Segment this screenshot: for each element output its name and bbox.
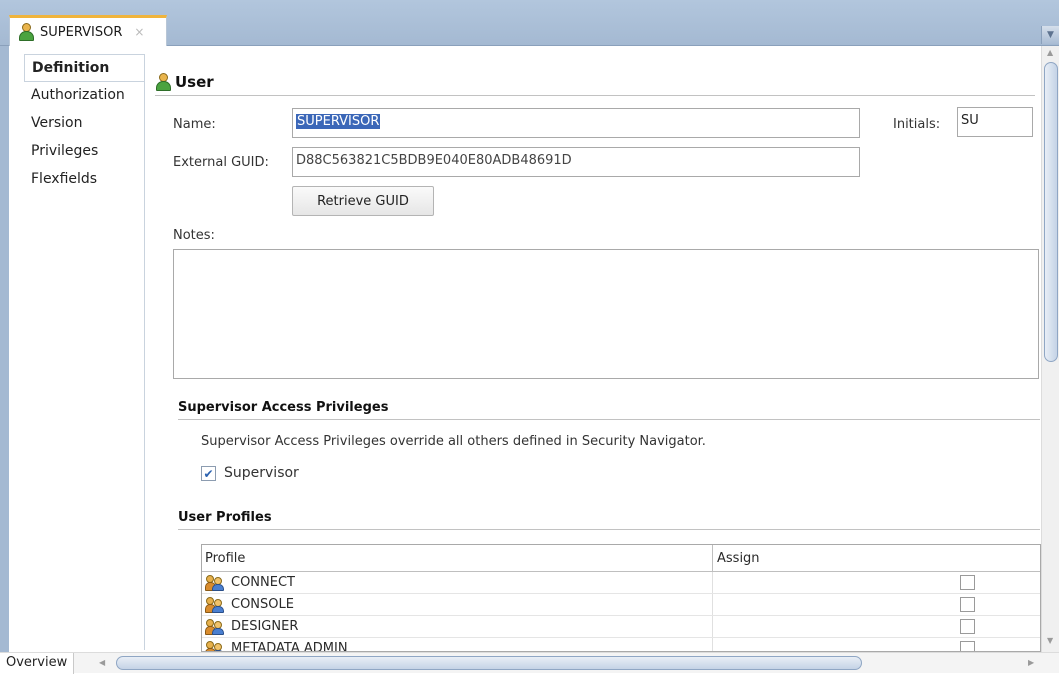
user-icon <box>18 23 34 41</box>
name-label: Name: <box>173 117 216 132</box>
column-header-profile[interactable]: Profile <box>202 545 713 571</box>
notes-label: Notes: <box>173 228 215 243</box>
sidebar-item-flexfields[interactable]: Flexfields <box>24 166 144 194</box>
sidebar-item-authorization[interactable]: Authorization <box>24 82 144 110</box>
sidebar-item-version[interactable]: Version <box>24 110 144 138</box>
assign-checkbox[interactable] <box>960 575 975 590</box>
name-value: SUPERVISOR <box>296 114 381 129</box>
tab-title: SUPERVISOR <box>40 24 123 40</box>
section-header-user: User <box>155 68 1035 96</box>
table-row[interactable]: METADATA ADMIN <box>202 638 1040 652</box>
name-field[interactable]: SUPERVISOR <box>292 108 860 138</box>
table-row[interactable]: CONNECT <box>202 572 1040 594</box>
profile-name: METADATA ADMIN <box>231 641 348 652</box>
vertical-scrollbar[interactable]: ▲ ▼ <box>1041 46 1059 652</box>
tab-supervisor[interactable]: SUPERVISOR × <box>9 15 167 46</box>
editor-tab-strip: SUPERVISOR × ▼ <box>0 0 1059 46</box>
sidebar-nav: Definition Authorization Version Privile… <box>24 54 144 194</box>
profile-name: CONNECT <box>231 575 295 590</box>
table-row[interactable]: DESIGNER <box>202 616 1040 638</box>
retrieve-guid-button[interactable]: Retrieve GUID <box>292 186 434 216</box>
horizontal-scroll-thumb[interactable] <box>116 656 862 670</box>
table-row[interactable]: CONSOLE <box>202 594 1040 616</box>
profile-icon <box>205 618 225 635</box>
supervisor-checkbox-label: Supervisor <box>224 465 299 481</box>
profile-name: CONSOLE <box>231 597 294 612</box>
access-privileges-description: Supervisor Access Privileges override al… <box>201 434 706 449</box>
profile-icon <box>205 596 225 613</box>
scroll-right-icon[interactable]: ▶ <box>1028 658 1034 667</box>
initials-field[interactable]: SU <box>957 107 1033 137</box>
supervisor-checkbox[interactable]: ✔ <box>201 466 216 481</box>
tab-list-dropdown-icon[interactable]: ▼ <box>1041 26 1059 44</box>
section-title: User <box>175 72 214 91</box>
table-header: Profile Assign <box>202 545 1040 572</box>
user-profiles-header: User Profiles <box>178 510 1040 530</box>
sidebar-item-privileges[interactable]: Privileges <box>24 138 144 166</box>
profile-icon <box>205 574 225 591</box>
tab-overview[interactable]: Overview <box>0 653 75 674</box>
sidebar-item-definition[interactable]: Definition <box>24 54 144 82</box>
vertical-scroll-thumb[interactable] <box>1044 62 1058 362</box>
external-guid-field[interactable]: D88C563821C5BDB9E040E80ADB48691D <box>292 147 860 177</box>
profile-icon <box>205 640 225 651</box>
user-icon <box>155 72 171 91</box>
assign-checkbox[interactable] <box>960 597 975 612</box>
column-header-assign[interactable]: Assign <box>713 545 1040 571</box>
assign-checkbox[interactable] <box>960 641 975 651</box>
assign-checkbox[interactable] <box>960 619 975 634</box>
user-profiles-table: Profile Assign CONNECT CONSOLE DESIGNER … <box>201 544 1041 652</box>
notes-textarea[interactable] <box>173 249 1039 379</box>
nav-divider <box>144 54 145 650</box>
horizontal-scrollbar[interactable]: Overview ◀ ▶ <box>0 652 1059 674</box>
profile-name: DESIGNER <box>231 619 299 634</box>
close-icon[interactable]: × <box>134 25 144 39</box>
scroll-left-icon[interactable]: ◀ <box>99 658 105 667</box>
editor-left-band <box>0 46 9 673</box>
initials-label: Initials: <box>893 117 941 132</box>
scroll-down-icon[interactable]: ▼ <box>1047 636 1053 645</box>
guid-label: External GUID: <box>173 155 269 170</box>
access-privileges-header: Supervisor Access Privileges <box>178 400 1040 420</box>
scroll-up-icon[interactable]: ▲ <box>1047 48 1053 57</box>
